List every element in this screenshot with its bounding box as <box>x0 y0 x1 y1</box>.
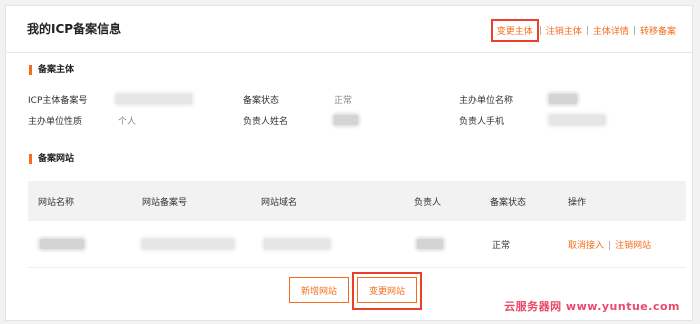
column-status: 备案状态 <box>490 198 527 208</box>
separator: | <box>608 241 612 251</box>
change-site-button[interactable]: 变更网站 <box>357 277 417 303</box>
cancel-site-link[interactable]: 注销网站 <box>615 241 651 251</box>
icp-number-label: ICP主体备案号 <box>28 96 88 106</box>
header-divider <box>6 52 692 53</box>
cancel-subject-link[interactable]: 注销主体 <box>542 24 586 37</box>
column-domain: 网站域名 <box>261 198 298 208</box>
owner-phone-redacted <box>549 115 605 125</box>
owner-name-redacted <box>334 115 358 125</box>
icp-info-panel: 我的ICP备案信息 变更主体 | 注销主体 | 主体详情 | 转移备案 备案主体… <box>5 5 693 321</box>
site-number-redacted <box>142 239 234 249</box>
domain-redacted <box>264 239 330 249</box>
change-subject-link[interactable]: 变更主体 <box>490 19 539 42</box>
add-site-button[interactable]: 新增网站 <box>289 277 349 303</box>
column-site-name: 网站名称 <box>38 198 75 208</box>
owner-name-label: 负责人姓名 <box>243 117 289 127</box>
owner-phone-label: 负责人手机 <box>459 117 505 127</box>
status-value: 正常 <box>334 96 353 106</box>
top-actions: 变更主体 | 注销主体 | 主体详情 | 转移备案 <box>490 19 680 42</box>
org-name-label: 主办单位名称 <box>459 96 514 106</box>
column-owner: 负责人 <box>414 198 442 208</box>
website-table: 网站名称 网站备案号 网站域名 负责人 备案状态 操作 正常 取消接入 | 注销网站 <box>28 181 686 268</box>
owner-redacted <box>417 239 443 249</box>
site-status: 正常 <box>492 241 511 251</box>
page-title: 我的ICP备案信息 <box>27 22 122 36</box>
table-row: 正常 取消接入 | 注销网站 <box>28 221 686 268</box>
transfer-filing-link[interactable]: 转移备案 <box>636 24 680 37</box>
icp-number-redacted <box>116 94 192 104</box>
cancel-access-link[interactable]: 取消接入 <box>568 241 604 251</box>
org-type-value: 个人 <box>118 117 137 127</box>
table-header: 网站名称 网站备案号 网站域名 负责人 备案状态 操作 <box>28 181 686 221</box>
column-actions: 操作 <box>568 198 587 208</box>
row-actions: 取消接入 | 注销网站 <box>568 238 651 251</box>
subject-section-title: 备案主体 <box>29 65 74 75</box>
column-site-number: 网站备案号 <box>142 198 188 208</box>
org-type-label: 主办单位性质 <box>28 117 83 127</box>
org-name-redacted <box>549 94 577 104</box>
subject-details-link[interactable]: 主体详情 <box>589 24 633 37</box>
watermark: 云服务器网 www.yuntue.com <box>504 300 680 313</box>
website-section-title: 备案网站 <box>29 154 74 164</box>
status-label: 备案状态 <box>243 96 280 106</box>
site-name-redacted <box>40 239 84 249</box>
